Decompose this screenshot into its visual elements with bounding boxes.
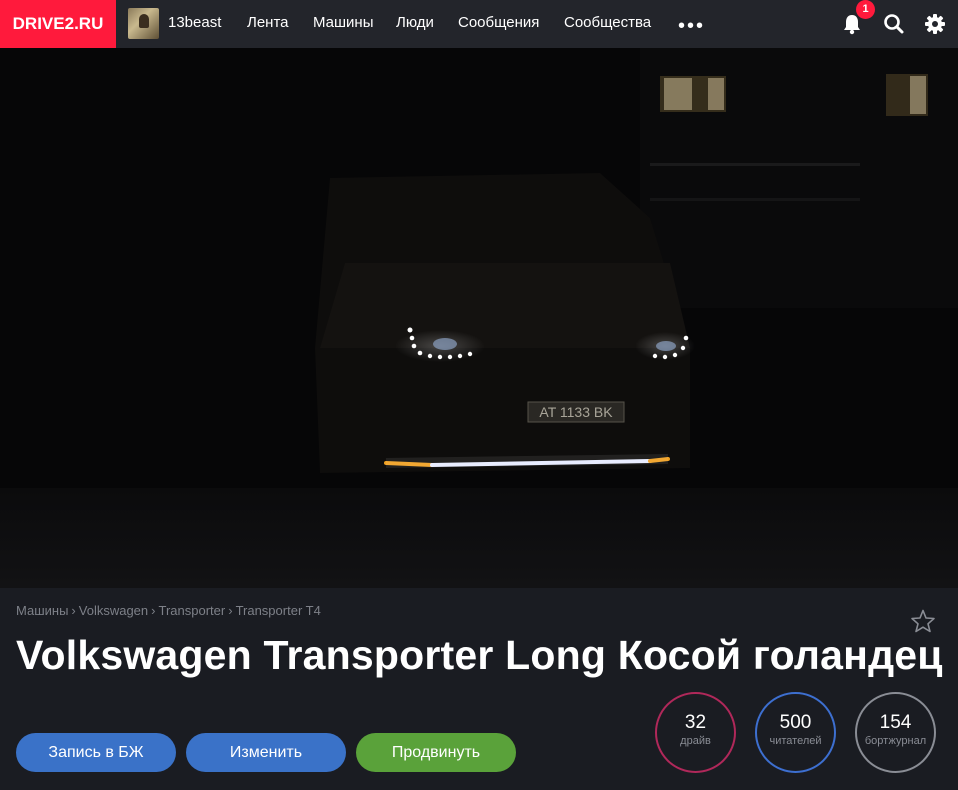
edit-button[interactable]: Изменить — [186, 733, 346, 772]
stat-drive-value: 32 — [684, 712, 707, 733]
breadcrumb: Машины › Volkswagen › Transporter › Transporte… — [16, 603, 321, 618]
nav-item-messages[interactable]: Сообщения — [458, 0, 539, 48]
car-photo[interactable]: AT 1133 BK — [0, 48, 958, 588]
nav-item-feed[interactable]: Лента — [247, 0, 289, 48]
gear-icon[interactable] — [921, 10, 949, 38]
promote-button[interactable]: Продвинуть — [356, 733, 516, 772]
stat-readers-label: читателей — [769, 735, 822, 747]
nav-item-communities[interactable]: Сообщества — [564, 0, 651, 48]
notification-badge: 1 — [856, 0, 875, 19]
site-logo[interactable]: DRIVE2.RU — [0, 0, 116, 48]
star-icon[interactable] — [910, 608, 936, 634]
stat-logbook[interactable]: 154 бортжурнал — [855, 692, 936, 773]
profile-username-link[interactable]: 13beast — [168, 0, 221, 48]
license-plate: AT 1133 BK — [539, 404, 613, 420]
nav-item-people[interactable]: Люди — [396, 0, 434, 48]
breadcrumb-item-transporter[interactable]: Transporter — [159, 603, 226, 618]
stat-drive-label: драйв — [680, 735, 711, 747]
nav-item-cars[interactable]: Машины — [313, 0, 373, 48]
breadcrumb-item-cars[interactable]: Машины — [16, 603, 68, 618]
more-menu-button[interactable]: ••• — [678, 15, 705, 38]
page-title: Volkswagen Transporter Long Косой голанд… — [16, 632, 943, 678]
top-navigation: DRIVE2.RU 13beast Лента Машины Люди Сооб… — [0, 0, 958, 48]
avatar[interactable] — [128, 8, 159, 39]
car-info-panel: Машины › Volkswagen › Transporter › Transporte… — [0, 588, 958, 790]
breadcrumb-item-transporter-t4[interactable]: Transporter T4 — [236, 603, 321, 618]
stat-logbook-value: 154 — [879, 712, 912, 733]
stat-readers-value: 500 — [779, 712, 812, 733]
search-icon[interactable] — [880, 10, 908, 38]
blog-post-button[interactable]: Запись в БЖ — [16, 733, 176, 772]
stat-logbook-label: бортжурнал — [864, 735, 927, 747]
breadcrumb-item-volkswagen[interactable]: Volkswagen — [79, 603, 148, 618]
stat-readers[interactable]: 500 читателей — [755, 692, 836, 773]
stat-drive[interactable]: 32 драйв — [655, 692, 736, 773]
